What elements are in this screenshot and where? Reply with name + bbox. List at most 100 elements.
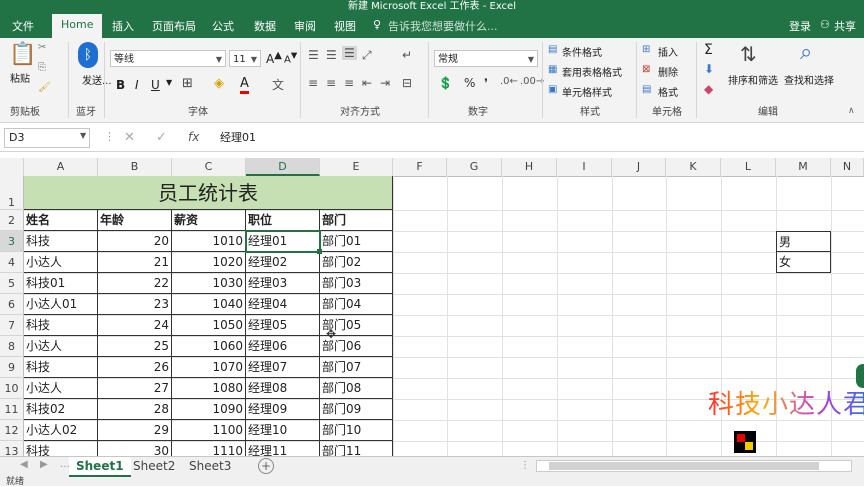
autosum-icon[interactable]: Σ: [704, 42, 713, 58]
table-cell[interactable]: 经理01: [246, 231, 320, 252]
formula-input[interactable]: 经理01: [216, 128, 860, 148]
table-cell[interactable]: 22: [98, 273, 172, 294]
sheet-tab[interactable]: Sheet2: [126, 457, 182, 475]
clear-icon[interactable]: ◆: [704, 82, 713, 96]
column-header[interactable]: G: [447, 158, 502, 176]
table-cell[interactable]: 24: [98, 315, 172, 336]
column-header[interactable]: J: [612, 158, 666, 176]
paste-button[interactable]: 粘贴: [10, 70, 30, 85]
percent-button[interactable]: %: [464, 76, 475, 90]
fill-color-icon[interactable]: ◈: [214, 76, 224, 91]
prev-sheet-icon[interactable]: ◀: [20, 459, 28, 470]
format-cells-button[interactable]: 格式: [658, 84, 678, 99]
row-header[interactable]: 12: [0, 420, 24, 441]
row-header[interactable]: 9: [0, 357, 24, 378]
delete-cells-button[interactable]: 删除: [658, 64, 678, 79]
horizontal-scrollbar[interactable]: [536, 460, 852, 472]
table-cell[interactable]: 30: [98, 441, 172, 456]
row-header[interactable]: 10: [0, 378, 24, 399]
table-cell[interactable]: 1080: [172, 378, 246, 399]
list-cell[interactable]: 女: [776, 252, 831, 273]
paste-icon[interactable]: 📋: [9, 42, 36, 67]
row-header[interactable]: 6: [0, 294, 24, 315]
cell-style-button[interactable]: 单元格样式: [562, 84, 612, 99]
table-cell[interactable]: 28: [98, 399, 172, 420]
orientation-icon[interactable]: ⤢: [362, 48, 372, 63]
column-header[interactable]: H: [502, 158, 557, 176]
fill-handle[interactable]: [317, 249, 322, 254]
collapse-ribbon-icon[interactable]: ∧: [848, 106, 855, 116]
sheet-title-cell[interactable]: 员工统计表: [24, 176, 393, 210]
number-format-select[interactable]: 常规 ▼: [434, 50, 538, 67]
currency-icon[interactable]: 💲: [438, 76, 453, 90]
cancel-entry-icon[interactable]: ✕: [124, 130, 135, 145]
table-cell[interactable]: 小达人: [24, 378, 98, 399]
tab-review[interactable]: 审阅: [294, 18, 316, 34]
column-header[interactable]: L: [721, 158, 776, 176]
bluetooth-icon[interactable]: ᛒ: [78, 42, 98, 68]
table-cell[interactable]: 1030: [172, 273, 246, 294]
table-cell[interactable]: 1100: [172, 420, 246, 441]
tab-page-layout[interactable]: 页面布局: [152, 18, 196, 34]
grow-font-icon[interactable]: A▲: [266, 50, 282, 66]
header-cell[interactable]: 姓名: [24, 210, 98, 231]
row-header[interactable]: 1: [0, 176, 24, 210]
table-cell[interactable]: 1060: [172, 336, 246, 357]
table-cell[interactable]: 20: [98, 231, 172, 252]
tab-insert[interactable]: 插入: [112, 18, 134, 34]
table-cell[interactable]: 1020: [172, 252, 246, 273]
table-cell[interactable]: 部门01: [320, 231, 393, 252]
table-cell[interactable]: 1050: [172, 315, 246, 336]
cut-icon[interactable]: ✂: [38, 42, 46, 53]
tab-view[interactable]: 视图: [334, 18, 356, 34]
table-cell[interactable]: 小达人02: [24, 420, 98, 441]
table-cell[interactable]: 部门09: [320, 399, 393, 420]
decrease-decimal-icon[interactable]: .00→: [520, 76, 544, 87]
font-size-select[interactable]: 11 ▼: [229, 50, 261, 67]
row-header[interactable]: 4: [0, 252, 24, 273]
decrease-indent-icon[interactable]: ⇤: [362, 76, 372, 90]
shrink-font-icon[interactable]: A▼: [284, 50, 297, 65]
row-header[interactable]: 11: [0, 399, 24, 420]
table-cell[interactable]: 1010: [172, 231, 246, 252]
column-header[interactable]: F: [393, 158, 447, 176]
table-cell[interactable]: 经理04: [246, 294, 320, 315]
header-cell[interactable]: 年龄: [98, 210, 172, 231]
align-bottom-icon[interactable]: ☰: [342, 46, 357, 60]
select-all-corner[interactable]: [0, 158, 24, 176]
wrap-text-icon[interactable]: ↵: [402, 48, 412, 62]
fill-icon[interactable]: ⬇: [704, 62, 714, 76]
column-header[interactable]: I: [557, 158, 612, 176]
table-cell[interactable]: 经理02: [246, 252, 320, 273]
table-cell[interactable]: 经理07: [246, 357, 320, 378]
copy-icon[interactable]: ⎘: [38, 62, 46, 73]
bold-button[interactable]: B: [116, 78, 125, 92]
share-icon[interactable]: ⚇: [820, 18, 830, 31]
confirm-entry-icon[interactable]: ✓: [156, 130, 167, 145]
next-sheet-icon[interactable]: ▶: [40, 459, 48, 470]
column-header[interactable]: A: [24, 158, 98, 176]
align-center-icon[interactable]: ≡: [326, 76, 336, 90]
table-cell[interactable]: 23: [98, 294, 172, 315]
table-cell[interactable]: 经理11: [246, 441, 320, 456]
table-cell[interactable]: 经理05: [246, 315, 320, 336]
table-cell[interactable]: 小达人01: [24, 294, 98, 315]
chevron-down-icon[interactable]: ▼: [80, 131, 86, 140]
table-cell[interactable]: 经理06: [246, 336, 320, 357]
table-cell[interactable]: 小达人: [24, 336, 98, 357]
insert-cells-button[interactable]: 插入: [658, 44, 678, 59]
tab-file[interactable]: 文件: [12, 18, 34, 34]
table-cell[interactable]: 经理09: [246, 399, 320, 420]
table-cell[interactable]: 科技: [24, 441, 98, 456]
scrollbar-thumb[interactable]: [549, 462, 819, 470]
send-button[interactable]: 发送...: [82, 72, 112, 87]
chevron-down-icon[interactable]: ▼: [166, 78, 172, 87]
table-cell[interactable]: 1090: [172, 399, 246, 420]
name-box[interactable]: D3: [4, 128, 90, 148]
row-header[interactable]: 13: [0, 441, 24, 456]
insert-function-button[interactable]: fx: [188, 130, 199, 144]
share-button[interactable]: 共享: [834, 18, 856, 34]
increase-indent-icon[interactable]: ⇥: [380, 76, 390, 90]
font-color-icon[interactable]: A: [240, 76, 249, 94]
table-cell[interactable]: 29: [98, 420, 172, 441]
